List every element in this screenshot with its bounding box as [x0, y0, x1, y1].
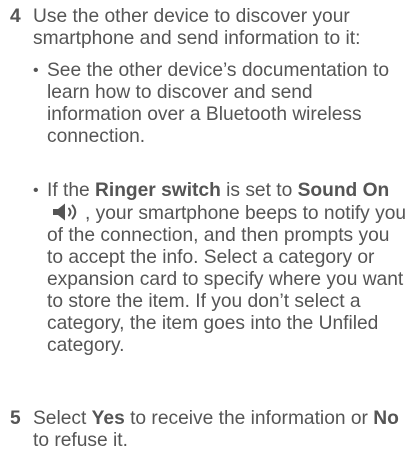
text-run: , your smartphone beeps to notify you of… — [47, 203, 407, 356]
text-run: Select — [33, 408, 92, 429]
yes-term: Yes — [91, 408, 125, 429]
speaker-sound-on-icon — [53, 203, 77, 221]
text-run: If the — [47, 180, 95, 201]
step-number: 5 — [10, 408, 21, 429]
step-number: 4 — [10, 6, 21, 27]
bullet-text: If the Ringer switch is set to Sound On … — [47, 180, 407, 357]
no-term: No — [373, 408, 399, 429]
step-text: Select Yes to receive the information or… — [33, 408, 407, 452]
bullet-icon: • — [33, 182, 39, 199]
ringer-switch-term: Ringer switch — [95, 180, 221, 201]
bullet-text: See the other device’s documentation to … — [47, 60, 390, 147]
text-run: to refuse it. — [33, 430, 128, 451]
text-run: is set to — [220, 180, 298, 201]
text-run: to receive the information or — [124, 408, 374, 429]
sound-on-term: Sound On — [297, 180, 390, 201]
bullet-icon: • — [33, 62, 39, 79]
step-text: Use the other device to discover your sm… — [33, 6, 361, 49]
document-page: 4 Use the other device to discover your … — [0, 0, 412, 472]
